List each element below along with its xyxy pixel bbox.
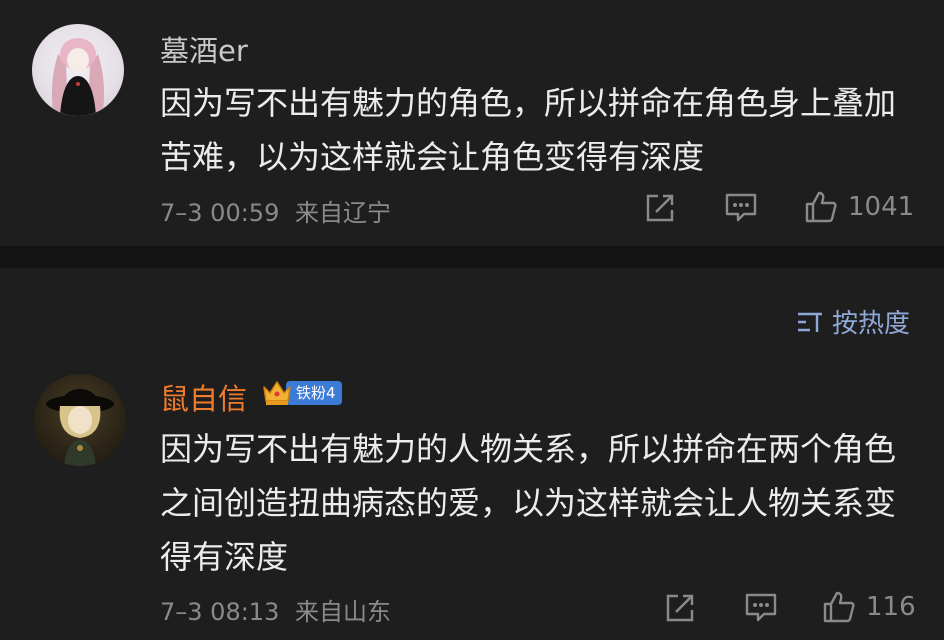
like-count: 1041	[848, 192, 915, 222]
comment-button[interactable]	[724, 192, 758, 224]
share-button[interactable]	[664, 592, 698, 624]
fan-badge[interactable]: 铁粉4	[262, 379, 342, 407]
comment-icon	[745, 593, 777, 622]
comment-location: 来自辽宁	[294, 199, 391, 227]
sort-icon	[797, 312, 822, 332]
comment-text: 因为写不出有魅力的人物关系，所以拼命在两个角色之间创造扭曲病态的爱，以为这样就会…	[160, 430, 897, 576]
avatar[interactable]	[32, 24, 124, 116]
share-icon	[666, 594, 694, 622]
section-divider	[0, 246, 944, 268]
comment-meta: 7–3 08:13 来自山东	[160, 592, 391, 627]
comment-meta: 7–3 00:59 来自辽宁	[160, 193, 391, 228]
like-count: 116	[866, 592, 916, 622]
share-button[interactable]	[644, 192, 678, 224]
sort-label: 按热度	[831, 309, 910, 339]
comment-text: 因为写不出有魅力的角色，所以拼命在角色身上叠加苦难，以为这样就会让角色变得有深度	[160, 84, 897, 176]
username[interactable]: 墓酒er	[160, 28, 248, 70]
comment-time: 7–3 00:59	[160, 199, 280, 227]
like-button[interactable]: 1041	[804, 190, 914, 224]
comment-location: 来自山东	[294, 598, 391, 626]
like-icon	[805, 191, 837, 223]
comment-button[interactable]	[744, 592, 778, 624]
sort-by-hot-button[interactable]: 按热度	[796, 303, 910, 340]
comment-icon	[725, 193, 757, 222]
like-icon	[823, 591, 855, 623]
crown-icon	[262, 379, 292, 407]
username[interactable]: 鼠自信	[160, 376, 247, 418]
fan-badge-label: 铁粉4	[286, 381, 342, 405]
comment-card: 墓酒er 因为写不出有魅力的角色，所以拼命在角色身上叠加苦难，以为这样就会让角色…	[0, 0, 944, 246]
comment-time: 7–3 08:13	[160, 598, 280, 626]
like-button[interactable]: 116	[822, 590, 916, 624]
share-icon	[646, 194, 674, 222]
avatar[interactable]	[34, 374, 126, 466]
